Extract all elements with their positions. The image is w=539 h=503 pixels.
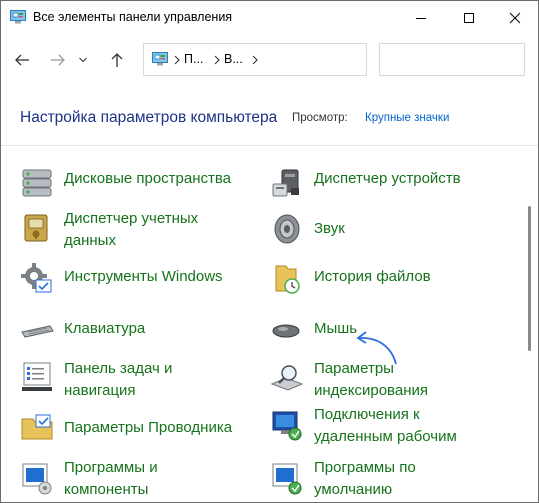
- item-label-line2: компоненты: [64, 481, 149, 498]
- item-label: История файлов: [314, 268, 431, 285]
- indexing-icon: [270, 365, 304, 391]
- annotation-arrow-icon: [356, 331, 397, 365]
- item-label: Звук: [314, 220, 345, 237]
- device-manager-icon: [272, 169, 299, 197]
- control-panel-window: Все элементы панели управления П... В...…: [0, 0, 539, 503]
- window-title: Все элементы панели управления: [33, 10, 233, 24]
- file-history-icon: [275, 265, 300, 294]
- recent-locations-button[interactable]: [76, 48, 90, 72]
- item-label: Подключения к: [314, 406, 420, 423]
- arrow-left-icon: [15, 54, 29, 66]
- maximize-button[interactable]: [446, 1, 492, 34]
- remote-connections-icon: [272, 411, 302, 441]
- programs-features-icon: [22, 463, 52, 495]
- up-button[interactable]: [105, 48, 129, 72]
- item-label: Программы по: [314, 459, 416, 476]
- chevron-right-icon: [174, 55, 180, 65]
- address-bar[interactable]: П... В...: [143, 43, 367, 76]
- item-label-line2: умолчанию: [314, 481, 393, 498]
- chevron-down-icon: [79, 57, 87, 63]
- item-label: Программы и: [64, 459, 158, 476]
- chevron-right-icon[interactable]: [250, 54, 260, 66]
- breadcrumb-item[interactable]: П...: [184, 52, 203, 66]
- title-bar[interactable]: Все элементы панели управления: [1, 1, 538, 34]
- minimize-button[interactable]: [398, 1, 444, 34]
- item-label: Диспетчер учетных: [64, 210, 199, 227]
- storage-spaces-icon: [22, 169, 52, 197]
- mouse-icon: [272, 324, 300, 338]
- arrow-up-icon: [111, 53, 123, 67]
- item-label-line2: удаленным рабочим: [314, 428, 457, 445]
- item-label: Панель задач и: [64, 360, 173, 377]
- credential-manager-icon: [24, 214, 48, 242]
- page-title: Настройка параметров компьютера: [20, 109, 278, 126]
- close-icon: [509, 12, 521, 23]
- chevron-right-icon[interactable]: [212, 54, 222, 66]
- sound-icon: [274, 214, 300, 244]
- explorer-options-icon: [21, 414, 53, 440]
- arrow-right-icon: [51, 54, 65, 66]
- default-programs-icon: [272, 463, 302, 495]
- minimize-icon: [416, 17, 426, 19]
- scrollbar-thumb[interactable]: [528, 206, 531, 351]
- back-button[interactable]: [10, 48, 34, 72]
- item-label: Дисковые пространства: [64, 170, 232, 187]
- item-label: Диспетчер устройств: [314, 170, 461, 187]
- item-label-line2: навигация: [64, 382, 136, 399]
- maximize-icon: [464, 12, 474, 23]
- view-by-dropdown[interactable]: Крупные значки: [365, 112, 449, 124]
- breadcrumb-item[interactable]: В...: [224, 52, 243, 66]
- item-label: Клавиатура: [64, 320, 146, 337]
- item-label-line2: индексирования: [314, 382, 428, 399]
- forward-button[interactable]: [46, 48, 70, 72]
- windows-tools-icon: [21, 263, 52, 293]
- vertical-scrollbar[interactable]: [523, 146, 538, 502]
- navigation-bar: П... В...: [1, 34, 538, 86]
- taskbar-icon: [22, 362, 52, 391]
- search-input[interactable]: [379, 43, 525, 76]
- item-label-line2: данных: [64, 232, 116, 249]
- control-panel-icon: [152, 52, 168, 66]
- close-button[interactable]: [492, 1, 538, 34]
- item-label: Инструменты Windows: [64, 268, 223, 285]
- item-label: Параметры Проводника: [64, 419, 233, 436]
- items-grid: Дисковые пространства Диспетчер устройст…: [1, 146, 523, 502]
- control-panel-icon: [10, 10, 26, 24]
- view-by-label: Просмотр:: [292, 112, 348, 124]
- keyboard-icon: [21, 325, 54, 338]
